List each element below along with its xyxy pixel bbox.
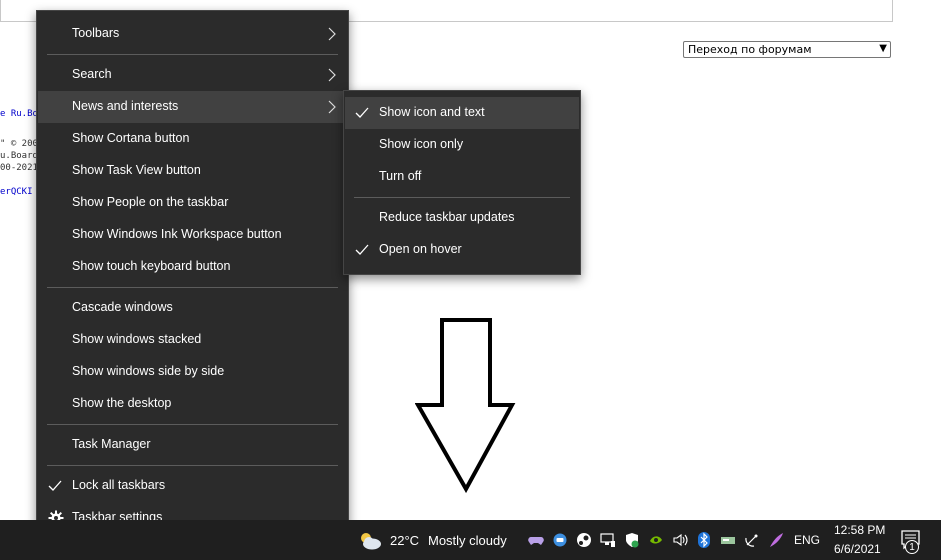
language-indicator[interactable]: ENG [794, 533, 820, 547]
menu-item-search[interactable]: Search [38, 59, 347, 91]
menu-item-show-cortana[interactable]: Show Cortana button [38, 123, 347, 155]
chevron-right-icon [328, 27, 336, 41]
menu-item-label: Show icon and text [379, 105, 485, 119]
menu-separator [47, 465, 338, 466]
page-text-fragment: 00-2021 [0, 163, 38, 173]
taskbar-context-menu: Toolbars Search News and interests Show … [36, 10, 349, 542]
menu-item-label: Cascade windows [72, 300, 173, 314]
menu-item-label: Show icon only [379, 137, 464, 151]
menu-item-lock-taskbars[interactable]: Lock all taskbars [38, 470, 347, 502]
submenu-item-turn-off[interactable]: Turn off [345, 161, 579, 193]
chat-icon[interactable] [552, 532, 568, 548]
steam-icon[interactable] [576, 532, 592, 548]
menu-item-windows-side-by-side[interactable]: Show windows side by side [38, 356, 347, 388]
down-arrow-annotation [415, 318, 516, 494]
menu-item-label: Reduce taskbar updates [379, 210, 515, 224]
submenu-item-show-icon-and-text[interactable]: Show icon and text [345, 97, 579, 129]
satellite-icon[interactable] [744, 532, 760, 548]
menu-item-show-touch-keyboard[interactable]: Show touch keyboard button [38, 251, 347, 283]
menu-item-label: Show Cortana button [72, 131, 190, 145]
checkmark-icon [48, 480, 62, 491]
menu-item-label: Turn off [379, 169, 422, 183]
gamepad-icon[interactable] [528, 532, 544, 548]
menu-item-label: Search [72, 67, 112, 81]
clock-date[interactable]: 6/6/2021 [834, 542, 881, 556]
chevron-down-icon: ▼ [879, 43, 887, 54]
bluetooth-icon[interactable] [696, 532, 712, 548]
cloud-sun-icon[interactable] [358, 531, 382, 551]
menu-item-label: Show the desktop [72, 396, 172, 410]
menu-item-news-and-interests[interactable]: News and interests [38, 91, 347, 123]
menu-item-show-ink-workspace[interactable]: Show Windows Ink Workspace button [38, 219, 347, 251]
menu-item-label: News and interests [72, 99, 179, 113]
menu-item-windows-stacked[interactable]: Show windows stacked [38, 324, 347, 356]
submenu-item-reduce-updates[interactable]: Reduce taskbar updates [345, 202, 579, 234]
notification-count-badge: 1 [905, 540, 919, 554]
network-computer-icon[interactable] [600, 532, 616, 548]
menu-item-label: Show People on the taskbar [72, 195, 229, 209]
checkmark-icon [355, 107, 369, 118]
drive-icon[interactable] [720, 532, 736, 548]
menu-item-label: Open on hover [379, 242, 462, 256]
menu-item-toolbars[interactable]: Toolbars [38, 18, 347, 50]
page-link-fragment[interactable]: erQCKI [0, 187, 33, 197]
menu-item-label: Show windows stacked [72, 332, 202, 346]
checkmark-icon [355, 244, 369, 255]
page-text-fragment: u.Board [0, 151, 38, 161]
weather-condition[interactable]: Mostly cloudy [428, 533, 507, 548]
menu-item-label: Toolbars [72, 26, 120, 40]
nvidia-icon[interactable] [648, 532, 664, 548]
feather-icon[interactable] [768, 532, 784, 548]
menu-item-label: Show Task View button [72, 163, 201, 177]
menu-item-label: Lock all taskbars [72, 478, 166, 492]
volume-icon[interactable] [672, 532, 688, 548]
security-shield-icon[interactable] [624, 532, 640, 548]
menu-separator [47, 287, 338, 288]
menu-item-label: Show Windows Ink Workspace button [72, 227, 282, 241]
chevron-right-icon [328, 68, 336, 82]
menu-item-show-desktop[interactable]: Show the desktop [38, 388, 347, 420]
menu-item-label: Show windows side by side [72, 364, 225, 378]
menu-separator [47, 424, 338, 425]
menu-item-label: Show touch keyboard button [72, 259, 231, 273]
taskbar: 22°C Mostly cloudy ENG 12:58 PM 6/6/2021… [0, 520, 941, 560]
clock-time[interactable]: 12:58 PM [834, 523, 885, 537]
chevron-right-icon [328, 100, 336, 114]
submenu-item-show-icon-only[interactable]: Show icon only [345, 129, 579, 161]
page-link-fragment[interactable]: e Ru.Bo [0, 109, 38, 119]
menu-item-show-people[interactable]: Show People on the taskbar [38, 187, 347, 219]
menu-separator [354, 197, 570, 198]
submenu-item-open-on-hover[interactable]: Open on hover [345, 234, 579, 266]
forum-jump-select[interactable]: Переход по форумам ▼ [683, 41, 891, 58]
page-text-fragment: " © 200 [0, 139, 38, 149]
menu-item-show-task-view[interactable]: Show Task View button [38, 155, 347, 187]
forum-jump-selected: Переход по форумам [688, 43, 812, 56]
menu-item-cascade-windows[interactable]: Cascade windows [38, 292, 347, 324]
menu-separator [47, 54, 338, 55]
news-interests-submenu: Show icon and text Show icon only Turn o… [343, 90, 581, 275]
menu-item-task-manager[interactable]: Task Manager [38, 429, 347, 461]
menu-item-label: Task Manager [72, 437, 151, 451]
weather-temperature[interactable]: 22°C [390, 533, 419, 548]
